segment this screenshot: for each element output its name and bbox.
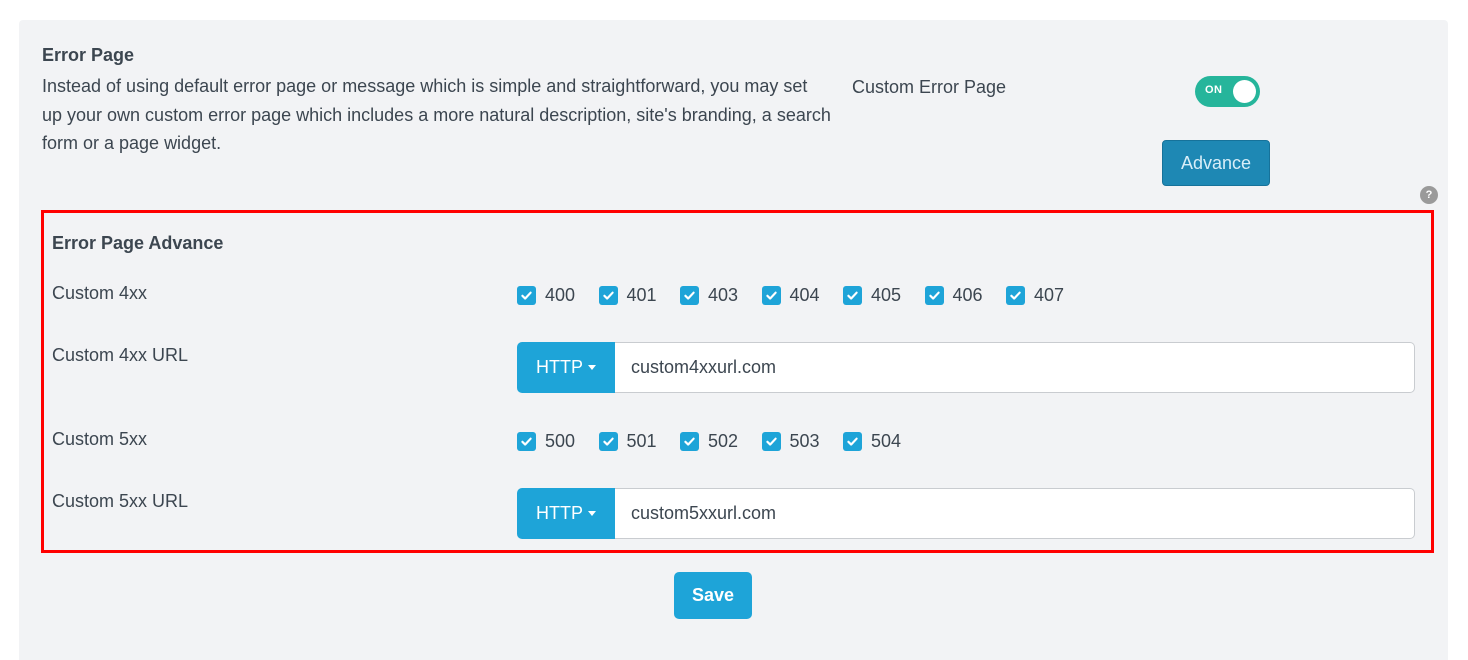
protocol-label: HTTP (536, 357, 583, 377)
checkbox-item: 406 (924, 285, 1007, 306)
custom-5xx-url-group: HTTP (517, 488, 1415, 539)
checkbox-label: 500 (545, 431, 576, 451)
checkbox-item: 502 (680, 431, 762, 452)
checkbox[interactable] (843, 286, 862, 305)
custom-4xx-url-input[interactable] (615, 342, 1415, 393)
checkbox-item: 405 (843, 285, 925, 306)
checkbox-item: 501 (598, 431, 681, 452)
custom-4xx-url-label: Custom 4xx URL (52, 345, 189, 365)
check-icon (684, 437, 695, 446)
custom-5xx-label: Custom 5xx (52, 429, 148, 449)
checkbox-label: 400 (545, 285, 576, 305)
caret-down-icon (588, 365, 596, 370)
caret-down-icon (588, 511, 596, 516)
checkbox[interactable] (598, 432, 618, 451)
custom-error-page-label: Custom Error Page (852, 77, 1007, 97)
checkbox[interactable] (761, 432, 781, 451)
checkbox-label: 403 (708, 285, 739, 305)
checkbox-item: 403 (680, 285, 762, 306)
checkbox-item: 401 (598, 285, 681, 306)
checkbox[interactable] (680, 286, 699, 305)
advance-section-title: Error Page Advance (52, 233, 224, 253)
checkbox-item: 404 (761, 285, 844, 306)
check-icon (765, 437, 777, 446)
custom-5xx-checkboxes: 500 501 502 503 504 (517, 431, 925, 452)
custom-4xx-checkboxes: 400 401 403 404 405 406 407 (517, 285, 1088, 306)
check-icon (602, 291, 614, 300)
save-button[interactable]: Save (674, 572, 752, 619)
checkbox-label: 407 (1034, 285, 1065, 305)
advance-button[interactable]: Advance (1162, 140, 1270, 186)
protocol-dropdown-4xx[interactable]: HTTP (517, 342, 615, 393)
custom-4xx-label: Custom 4xx (52, 283, 148, 303)
protocol-label: HTTP (536, 503, 583, 523)
checkbox-label: 404 (789, 285, 820, 305)
checkbox[interactable] (761, 286, 781, 305)
toggle-state-label: ON (1205, 84, 1223, 96)
checkbox-label: 503 (789, 431, 820, 451)
checkbox[interactable] (680, 432, 699, 451)
checkbox-item: 407 (1006, 285, 1088, 306)
checkbox[interactable] (598, 286, 618, 305)
checkbox-item: 504 (843, 431, 925, 452)
check-icon (602, 437, 614, 446)
section-title: Error Page (42, 45, 135, 65)
checkbox-item: 503 (761, 431, 844, 452)
checkbox-label: 405 (871, 285, 902, 305)
checkbox-label: 401 (626, 285, 657, 305)
checkbox[interactable] (517, 286, 536, 305)
toggle-knob (1233, 80, 1256, 103)
checkbox[interactable] (924, 286, 944, 305)
check-icon (847, 437, 858, 446)
custom-4xx-url-group: HTTP (517, 342, 1415, 393)
help-icon[interactable]: ? (1420, 186, 1438, 204)
checkbox-label: 504 (871, 431, 902, 451)
checkbox[interactable] (843, 432, 862, 451)
check-icon (521, 291, 532, 300)
checkbox-item: 400 (517, 285, 599, 306)
check-icon (684, 291, 695, 300)
checkbox[interactable] (517, 432, 536, 451)
check-icon (1010, 291, 1021, 300)
checkbox-label: 406 (952, 285, 983, 305)
checkbox-label: 502 (708, 431, 739, 451)
check-icon (765, 291, 777, 300)
section-description: Instead of using default error page or m… (42, 76, 831, 153)
check-icon (928, 291, 940, 300)
checkbox-label: 501 (626, 431, 657, 451)
check-icon (521, 437, 532, 446)
checkbox-item: 500 (517, 431, 599, 452)
custom-5xx-url-label: Custom 5xx URL (52, 491, 189, 511)
custom-error-page-toggle[interactable]: ON (1195, 76, 1260, 107)
custom-5xx-url-input[interactable] (615, 488, 1415, 539)
protocol-dropdown-5xx[interactable]: HTTP (517, 488, 615, 539)
check-icon (847, 291, 858, 300)
checkbox[interactable] (1006, 286, 1025, 305)
